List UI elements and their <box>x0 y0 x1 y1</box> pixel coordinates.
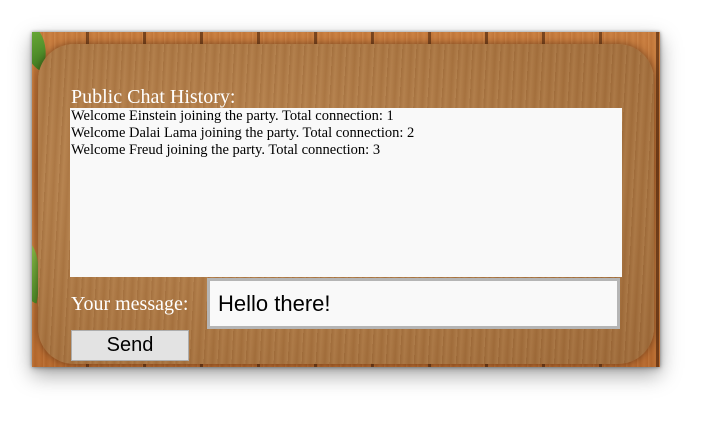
chat-panel: Public Chat History: Welcome Einstein jo… <box>38 44 654 364</box>
history-line: Welcome Freud joining the party. Total c… <box>71 142 381 158</box>
history-line: Welcome Einstein joining the party. Tota… <box>71 108 394 124</box>
chat-history-box[interactable]: Welcome Einstein joining the party. Tota… <box>70 108 622 277</box>
message-input[interactable] <box>207 278 620 329</box>
chat-window: Public Chat History: Welcome Einstein jo… <box>32 32 660 367</box>
history-line: Welcome Dalai Lama joining the party. To… <box>71 125 415 141</box>
send-button[interactable]: Send <box>71 330 189 361</box>
message-label: Your message: <box>71 293 189 315</box>
chat-history-label: Public Chat History: <box>71 86 236 108</box>
